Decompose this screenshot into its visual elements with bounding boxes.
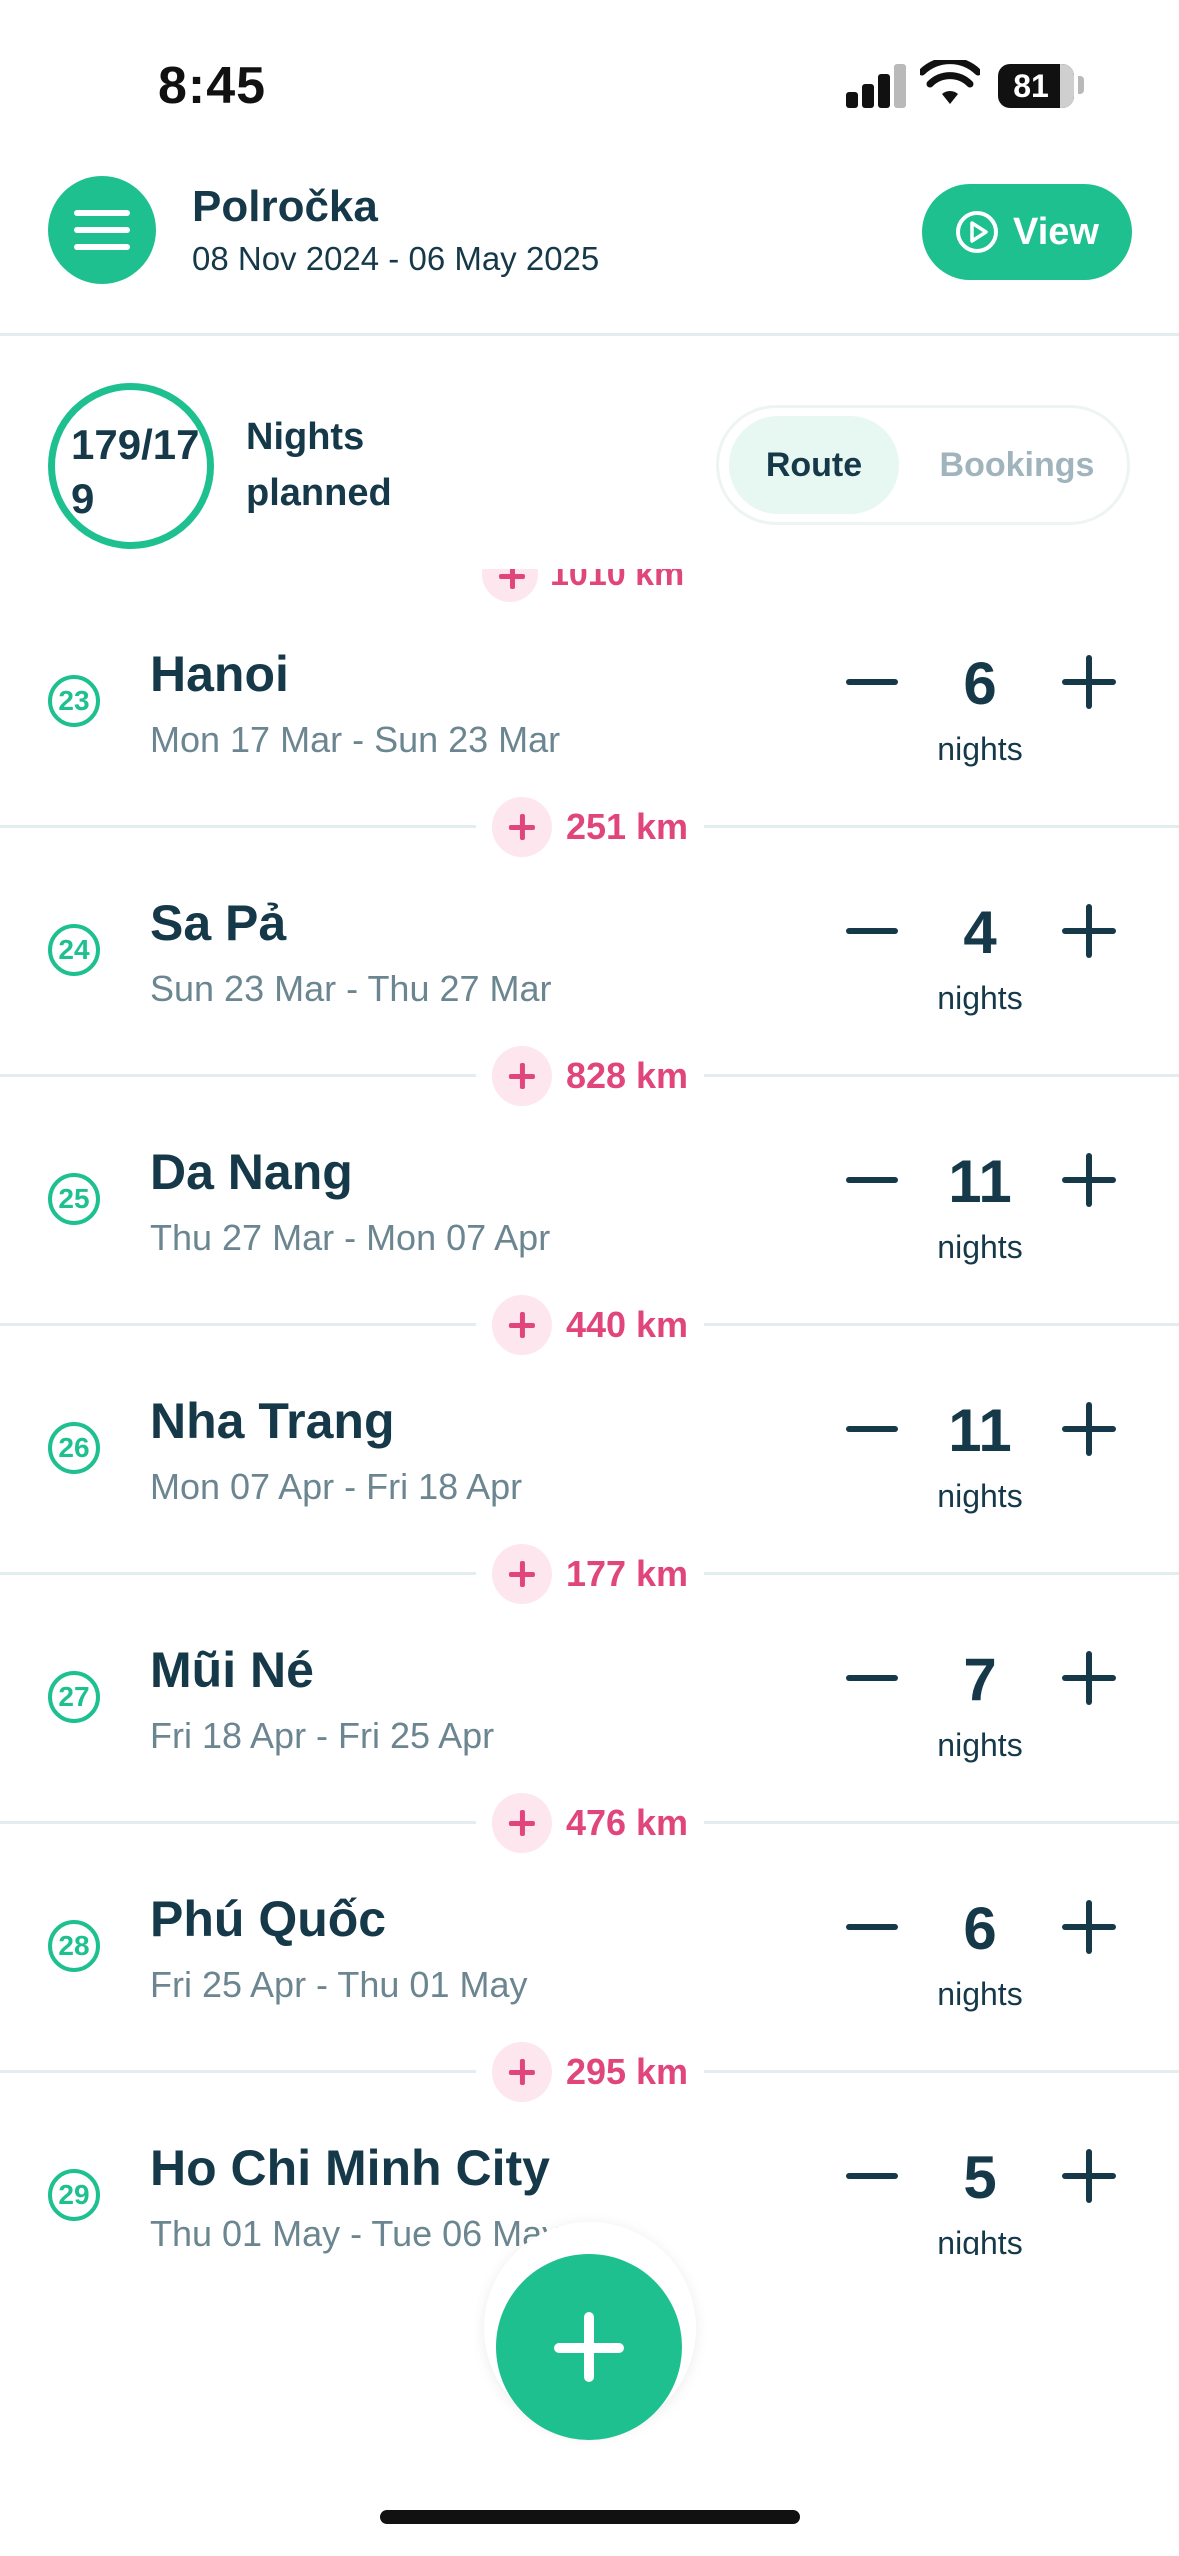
battery-icon: 81 — [998, 64, 1074, 108]
status-time: 8:45 — [158, 57, 267, 115]
decrease-nights-button[interactable] — [846, 928, 898, 934]
decrease-nights-button[interactable] — [846, 1924, 898, 1930]
increase-nights-button[interactable] — [1062, 1402, 1116, 1456]
nights-count: 6 — [963, 650, 997, 717]
add-stop-button[interactable] — [496, 2254, 682, 2440]
nights-count: 11 — [948, 1148, 1012, 1215]
home-indicator[interactable] — [380, 2510, 800, 2524]
trip-header: Polročka 08 Nov 2024 - 06 May 2025 View — [0, 160, 1179, 336]
increase-nights-button[interactable] — [1062, 904, 1116, 958]
nights-unit: nights — [937, 1976, 1023, 2012]
stop-name: Sa Pả — [150, 895, 287, 951]
view-button[interactable]: View — [922, 184, 1132, 280]
stop-list[interactable]: 1010 km 23 Hanoi Mon 17 Mar - Sun 23 Mar… — [0, 569, 1179, 2255]
nights-progress-ring: 179/179 — [48, 383, 214, 549]
status-bar: 8:45 81 — [0, 0, 1179, 160]
wifi-icon — [920, 60, 980, 104]
nights-planned-label: Nights planned — [246, 416, 392, 514]
play-icon — [956, 211, 999, 253]
nights-unit: nights — [937, 980, 1023, 1016]
decrease-nights-button[interactable] — [846, 1177, 898, 1183]
stop-dates: Fri 18 Apr - Fri 25 Apr — [150, 1715, 495, 1756]
tab-bookings[interactable]: Bookings — [911, 416, 1123, 514]
stop-dates: Mon 07 Apr - Fri 18 Apr — [150, 1466, 523, 1507]
nights-count: 11 — [948, 1397, 1012, 1464]
nights-unit: nights — [937, 2225, 1023, 2255]
stop-name: Hanoi — [150, 646, 289, 702]
list-item[interactable]: 25 Da Nang Thu 27 Mar - Mon 07 Apr 11 ni… — [0, 1067, 1179, 1316]
stop-number: 24 — [48, 924, 100, 976]
nights-summary: 179/179 Nights planned Route Bookings — [0, 339, 1179, 569]
stop-dates: Fri 25 Apr - Thu 01 May — [150, 1964, 528, 2005]
stop-dates: Thu 01 May - Tue 06 May — [150, 2213, 561, 2254]
decrease-nights-button[interactable] — [846, 1426, 898, 1432]
menu-icon — [74, 210, 130, 250]
nights-unit: nights — [937, 1727, 1023, 1763]
stop-name: Da Nang — [150, 1144, 353, 1200]
battery-level: 81 — [1013, 68, 1049, 104]
stop-name: Mũi Né — [150, 1642, 314, 1698]
stop-number: 29 — [48, 2169, 100, 2221]
nights-count: 7 — [963, 1646, 997, 1713]
nights-unit: nights — [937, 1229, 1023, 1265]
trip-dates: 08 Nov 2024 - 06 May 2025 — [192, 240, 600, 277]
stop-name: Ho Chi Minh City — [150, 2140, 550, 2196]
increase-nights-button[interactable] — [1062, 1900, 1116, 1954]
nights-progress-text: 179/179 — [71, 421, 200, 522]
view-button-label: View — [1013, 210, 1099, 253]
view-segmented-control: Route Bookings — [716, 405, 1130, 525]
signal-icon — [846, 64, 906, 108]
stop-dates: Thu 27 Mar - Mon 07 Apr — [150, 1217, 551, 1258]
decrease-nights-button[interactable] — [846, 2173, 898, 2179]
stop-dates: Mon 17 Mar - Sun 23 Mar — [150, 719, 561, 760]
stop-number: 23 — [48, 675, 100, 727]
increase-nights-button[interactable] — [1062, 1651, 1116, 1705]
increase-nights-button[interactable] — [1062, 2149, 1116, 2203]
list-item[interactable]: 24 Sa Pả Sun 23 Mar - Thu 27 Mar 4 night… — [0, 818, 1179, 1067]
stop-number: 26 — [48, 1422, 100, 1474]
nights-count: 5 — [963, 2144, 997, 2211]
stop-name: Phú Quốc — [150, 1891, 387, 1947]
stop-number: 25 — [48, 1173, 100, 1225]
decrease-nights-button[interactable] — [846, 1675, 898, 1681]
increase-nights-button[interactable] — [1062, 1153, 1116, 1207]
stop-dates: Sun 23 Mar - Thu 27 Mar — [150, 968, 552, 1009]
nights-unit: nights — [937, 1478, 1023, 1514]
stop-number: 27 — [48, 1671, 100, 1723]
list-item[interactable]: 23 Hanoi Mon 17 Mar - Sun 23 Mar 6 night… — [0, 569, 1179, 818]
menu-button[interactable] — [48, 176, 156, 284]
decrease-nights-button[interactable] — [846, 679, 898, 685]
list-item[interactable]: 26 Nha Trang Mon 07 Apr - Fri 18 Apr 11 … — [0, 1316, 1179, 1565]
increase-nights-button[interactable] — [1062, 655, 1116, 709]
tab-route[interactable]: Route — [729, 416, 899, 514]
stop-number: 28 — [48, 1920, 100, 1972]
nights-count: 6 — [963, 1895, 997, 1962]
list-item[interactable]: 28 Phú Quốc Fri 25 Apr - Thu 01 May 6 ni… — [0, 1814, 1179, 2063]
nights-unit: nights — [937, 731, 1023, 767]
list-item[interactable]: 27 Mũi Né Fri 18 Apr - Fri 25 Apr 7 nigh… — [0, 1565, 1179, 1814]
stop-name: Nha Trang — [150, 1393, 395, 1449]
trip-name: Polročka — [192, 182, 378, 231]
nights-count: 4 — [963, 899, 997, 966]
